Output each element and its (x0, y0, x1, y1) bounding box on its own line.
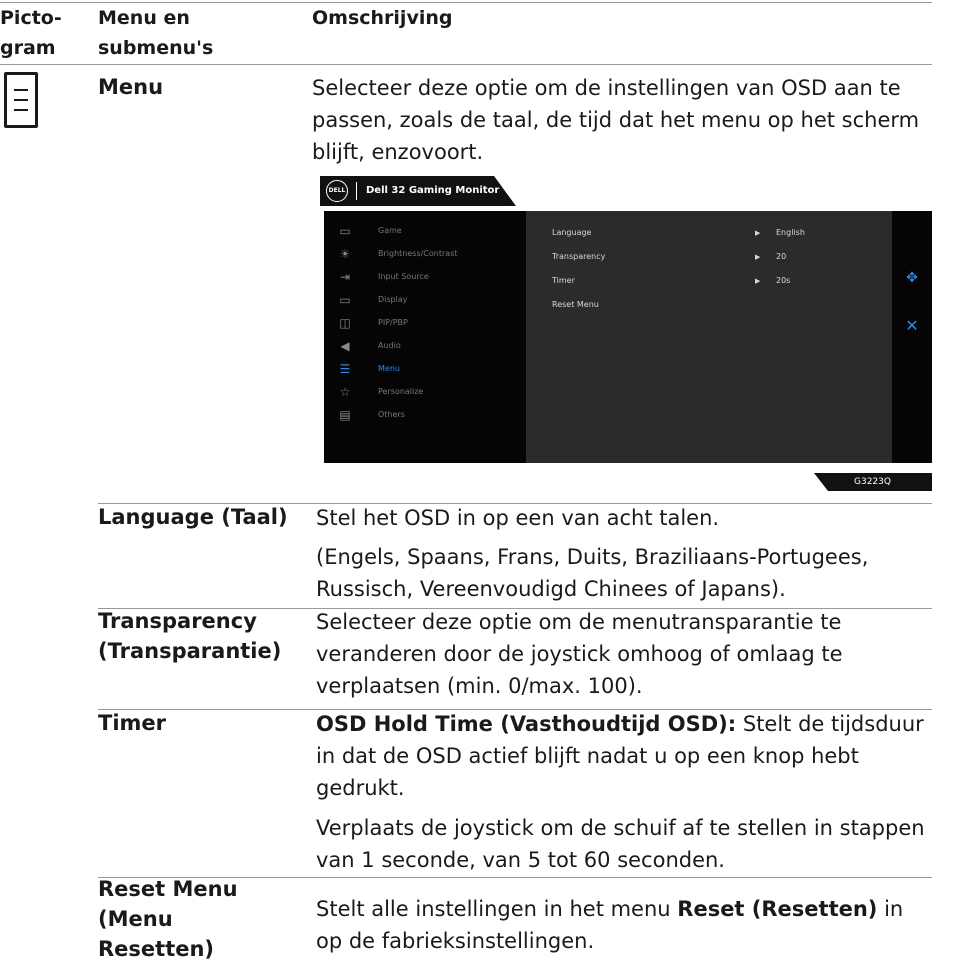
input-source-icon: ⇥ (339, 270, 351, 284)
pip-pbp-icon: ◫ (339, 316, 351, 330)
close-icon[interactable]: ✕ (904, 318, 920, 334)
osd-item-brightness[interactable]: ☀ Brightness/Contrast (324, 244, 526, 266)
osd-item-menu[interactable]: ☰ Menu (324, 359, 526, 381)
menu-list-icon (4, 72, 38, 128)
arrow-right-icon: ▶ (755, 277, 761, 285)
language-desc-2: (Engels, Spaans, Frans, Duits, Braziliaa… (316, 545, 869, 601)
osd-item-pip-pbp[interactable]: ◫ PIP/PBP (324, 313, 526, 335)
display-icon: ▭ (339, 293, 351, 307)
osd-title: Dell 32 Gaming Monitor (366, 185, 500, 196)
language-name: Language (Taal) (98, 505, 288, 529)
arrow-right-icon: ▶ (755, 253, 761, 261)
star-icon: ☆ (339, 385, 351, 399)
osd-setting-reset-menu[interactable]: Reset Menu (526, 295, 892, 317)
others-icon: ▤ (339, 408, 351, 422)
language-desc: Stel het OSD in op een van acht talen. (316, 506, 720, 530)
brightness-icon: ☀ (339, 247, 351, 261)
transparency-name: Transparency (Transparantie) (98, 609, 282, 663)
timer-desc-2: Verplaats de joystick om de schuif af te… (316, 816, 925, 872)
header-menu: Menu en submenu's (98, 7, 214, 59)
arrow-right-icon: ▶ (755, 229, 761, 237)
osd-panel: ▭ Game ☀ Brightness/Contrast ⇥ Input Sou… (324, 211, 932, 463)
osd-item-display[interactable]: ▭ Display (324, 290, 526, 312)
header-pictogram: Picto- gram (0, 7, 62, 59)
osd-menu-list: ▭ Game ☀ Brightness/Contrast ⇥ Input Sou… (324, 211, 526, 463)
reset-desc-a: Stelt alle instellingen in het menu (316, 897, 678, 921)
menu-row-description: Selecteer deze optie om de instellingen … (312, 76, 920, 164)
reset-desc: Stelt alle instellingen in het menu Rese… (316, 893, 932, 957)
reset-name: Reset Menu (Menu Resetten) (98, 877, 238, 961)
menu-icon: ☰ (339, 362, 351, 376)
osd-item-game[interactable]: ▭ Game (324, 221, 526, 243)
header-description: Omschrijving (312, 7, 453, 29)
osd-settings: Language ▶ English Transparency ▶ 20 Tim… (526, 211, 892, 463)
game-icon: ▭ (339, 224, 351, 238)
osd-setting-language[interactable]: Language ▶ English (526, 223, 892, 245)
transparency-desc: Selecteer deze optie om de menutranspara… (316, 610, 843, 698)
osd-item-audio[interactable]: ◀ Audio (324, 336, 526, 358)
header-rule (0, 64, 932, 65)
osd-nav-column: ✥ ✕ (892, 211, 932, 463)
model-badge: G3223Q (814, 473, 932, 491)
timer-name: Timer (98, 711, 167, 735)
timer-desc: OSD Hold Time (Vasthoudtijd OSD): Stelt … (316, 708, 932, 804)
osd-setting-timer[interactable]: Timer ▶ 20s (526, 271, 892, 293)
timer-desc-bold: OSD Hold Time (Vasthoudtijd OSD): (316, 712, 737, 736)
osd-item-personalize[interactable]: ☆ Personalize (324, 382, 526, 404)
osd-item-input-source[interactable]: ⇥ Input Source (324, 267, 526, 289)
osd-setting-transparency[interactable]: Transparency ▶ 20 (526, 247, 892, 269)
osd-title-bar: DELL Dell 32 Gaming Monitor (320, 176, 516, 206)
audio-icon: ◀ (340, 339, 350, 353)
menu-row-name: Menu (98, 75, 164, 99)
model-name: G3223Q (854, 477, 891, 487)
reset-desc-bold: Reset (Resetten) (677, 897, 878, 921)
dell-logo: DELL (326, 180, 348, 202)
osd-item-others[interactable]: ▤ Others (324, 405, 526, 427)
joystick-icon[interactable]: ✥ (904, 270, 920, 286)
